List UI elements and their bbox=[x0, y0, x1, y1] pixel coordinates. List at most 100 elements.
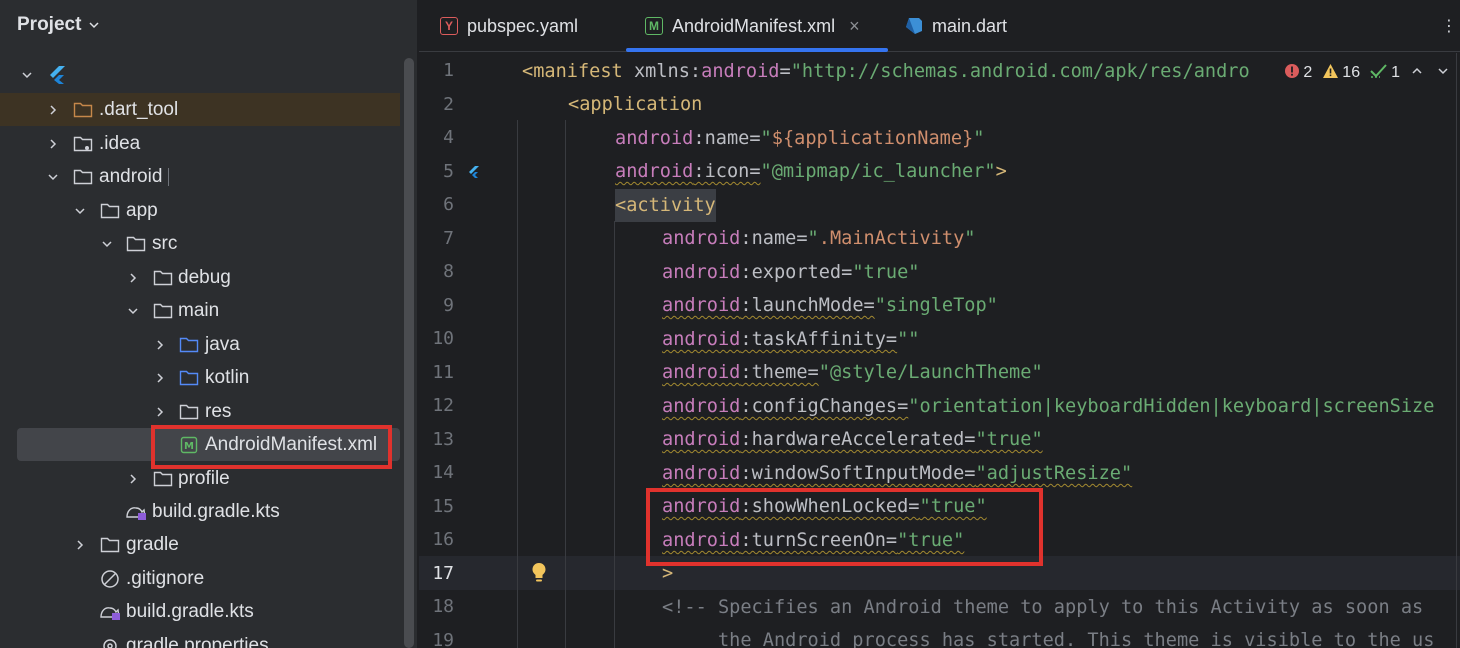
code-line-11: android:theme="@style/LaunchTheme" bbox=[662, 362, 1043, 383]
folder-icon bbox=[152, 268, 174, 288]
tree-label: java bbox=[205, 333, 240, 355]
line-number: 16 bbox=[432, 529, 454, 550]
flutter-gutter-icon[interactable] bbox=[467, 165, 479, 184]
line-number-current: 17 bbox=[432, 563, 454, 584]
code-line-13: android:hardwareAccelerated="true" bbox=[662, 429, 1043, 450]
code-line-6: <activity bbox=[615, 189, 716, 222]
tree-label: kotlin bbox=[205, 366, 250, 388]
line-number: 8 bbox=[443, 261, 454, 282]
tab-pubspec-yaml[interactable]: Y pubspec.yaml bbox=[440, 0, 578, 52]
tree-row-gradle-properties[interactable]: gradle.properties bbox=[0, 629, 400, 648]
chevron-right-icon[interactable] bbox=[153, 371, 167, 385]
source-folder-icon bbox=[178, 335, 200, 355]
tree-label: .dart_tool bbox=[99, 98, 179, 120]
folder-icon bbox=[99, 201, 121, 221]
errors-count: 2 bbox=[1303, 64, 1313, 81]
project-panel: Project .dart_tool .idea android app src… bbox=[0, 0, 418, 648]
tree-row-kotlin[interactable]: kotlin bbox=[0, 361, 400, 394]
line-number: 2 bbox=[443, 94, 454, 115]
flutter-icon bbox=[46, 65, 68, 85]
tab-main-dart[interactable]: main.dart bbox=[905, 0, 1007, 52]
tree-label: res bbox=[205, 400, 232, 422]
highlight-box-new-attributes bbox=[646, 488, 1043, 566]
chevron-down-icon[interactable] bbox=[1436, 64, 1450, 83]
line-number: 15 bbox=[432, 496, 454, 517]
chevron-down-icon[interactable] bbox=[73, 204, 87, 218]
code-line-5: android:icon="@mipmap/ic_launcher"> bbox=[615, 161, 1007, 182]
tree-row-main[interactable]: main bbox=[0, 294, 400, 327]
code-line-1: <manifest xmlns:android="http://schemas.… bbox=[522, 61, 1250, 82]
chevron-right-icon[interactable] bbox=[126, 472, 140, 486]
tree-row-res[interactable]: res bbox=[0, 395, 400, 428]
tab-label: AndroidManifest.xml bbox=[672, 15, 836, 36]
code-editor[interactable]: 1 2 4 5 6 7 8 9 10 11 12 13 14 15 16 17 … bbox=[419, 53, 1460, 648]
line-number: 12 bbox=[432, 395, 454, 416]
chevron-right-icon[interactable] bbox=[153, 405, 167, 419]
folder-icon bbox=[72, 167, 94, 187]
weak-warnings-count: 1 bbox=[1391, 64, 1400, 81]
weak-warnings-indicator[interactable]: 1 bbox=[1370, 63, 1400, 84]
tree-row-gitignore[interactable]: .gitignore bbox=[0, 562, 400, 595]
code-line-10: android:taskAffinity="" bbox=[662, 329, 920, 350]
chevron-right-icon[interactable] bbox=[46, 137, 60, 151]
folder-icon bbox=[125, 234, 147, 254]
chevron-right-icon[interactable] bbox=[153, 338, 167, 352]
tree-row-profile[interactable]: profile bbox=[0, 462, 400, 495]
chevron-down-icon[interactable] bbox=[126, 304, 140, 318]
tree-row-idea[interactable]: .idea bbox=[0, 127, 400, 160]
tree-row-build-gradle-root[interactable]: build.gradle.kts bbox=[0, 595, 400, 628]
tree-row-build-gradle-app[interactable]: build.gradle.kts bbox=[0, 495, 400, 528]
inspections-widget[interactable]: 2 16 1 bbox=[1276, 60, 1450, 86]
indent-guide bbox=[565, 120, 566, 648]
tree-row-src[interactable]: src bbox=[0, 227, 400, 260]
chevron-down-icon[interactable] bbox=[20, 68, 34, 82]
code-line-2: <application bbox=[568, 94, 703, 115]
tree-label: .idea bbox=[99, 132, 141, 154]
chevron-up-icon[interactable] bbox=[1410, 64, 1424, 83]
warnings-indicator[interactable]: 16 bbox=[1322, 63, 1360, 84]
lightbulb-icon[interactable] bbox=[531, 562, 547, 589]
chevron-down-icon[interactable] bbox=[100, 237, 114, 251]
tab-label: main.dart bbox=[932, 15, 1008, 36]
folder-icon bbox=[72, 134, 94, 154]
folder-icon bbox=[152, 301, 174, 321]
chevron-down-icon[interactable] bbox=[46, 170, 60, 184]
tree-label: src bbox=[152, 232, 178, 254]
text-cursor bbox=[168, 168, 169, 186]
project-header[interactable]: Project bbox=[0, 0, 417, 50]
tree-row-root[interactable] bbox=[0, 58, 400, 91]
tab-android-manifest[interactable]: M AndroidManifest.xml × bbox=[645, 0, 860, 52]
line-number: 1 bbox=[443, 60, 454, 81]
tree-label: main bbox=[178, 299, 220, 321]
more-tabs-icon[interactable]: ⋮ bbox=[1441, 0, 1457, 52]
line-number: 11 bbox=[432, 362, 454, 383]
code-line-12: android:configChanges="orientation|keybo… bbox=[662, 396, 1435, 417]
folder-icon bbox=[152, 469, 174, 489]
chevron-down-icon[interactable] bbox=[87, 18, 101, 32]
warning-icon bbox=[1322, 63, 1339, 84]
tree-row-java[interactable]: java bbox=[0, 328, 400, 361]
line-number: 5 bbox=[443, 161, 454, 182]
chevron-right-icon[interactable] bbox=[46, 103, 60, 117]
project-scrollbar[interactable] bbox=[404, 58, 414, 648]
editor-tab-bar: Y pubspec.yaml M AndroidManifest.xml × m… bbox=[419, 0, 1460, 52]
chevron-right-icon[interactable] bbox=[73, 538, 87, 552]
line-number: 18 bbox=[432, 596, 454, 617]
tree-row-app[interactable]: app bbox=[0, 194, 400, 227]
code-line-4: android:name="${applicationName}" bbox=[615, 128, 985, 149]
tree-row-debug[interactable]: debug bbox=[0, 261, 400, 294]
tree-row-dart-tool[interactable]: .dart_tool bbox=[0, 93, 400, 126]
chevron-right-icon[interactable] bbox=[126, 271, 140, 285]
tree-label: app bbox=[126, 199, 158, 221]
tree-row-android[interactable]: android bbox=[0, 160, 400, 193]
error-icon bbox=[1284, 63, 1300, 84]
errors-indicator[interactable]: 2 bbox=[1284, 63, 1312, 84]
close-icon[interactable]: × bbox=[849, 16, 860, 37]
line-number: 10 bbox=[432, 328, 454, 349]
line-number: 19 bbox=[432, 630, 454, 648]
code-line-7: android:name=".MainActivity" bbox=[662, 228, 976, 249]
active-tab-indicator bbox=[626, 48, 888, 52]
tree-row-gradle[interactable]: gradle bbox=[0, 528, 400, 561]
indent-guide bbox=[614, 221, 615, 648]
tab-label: pubspec.yaml bbox=[467, 15, 579, 36]
